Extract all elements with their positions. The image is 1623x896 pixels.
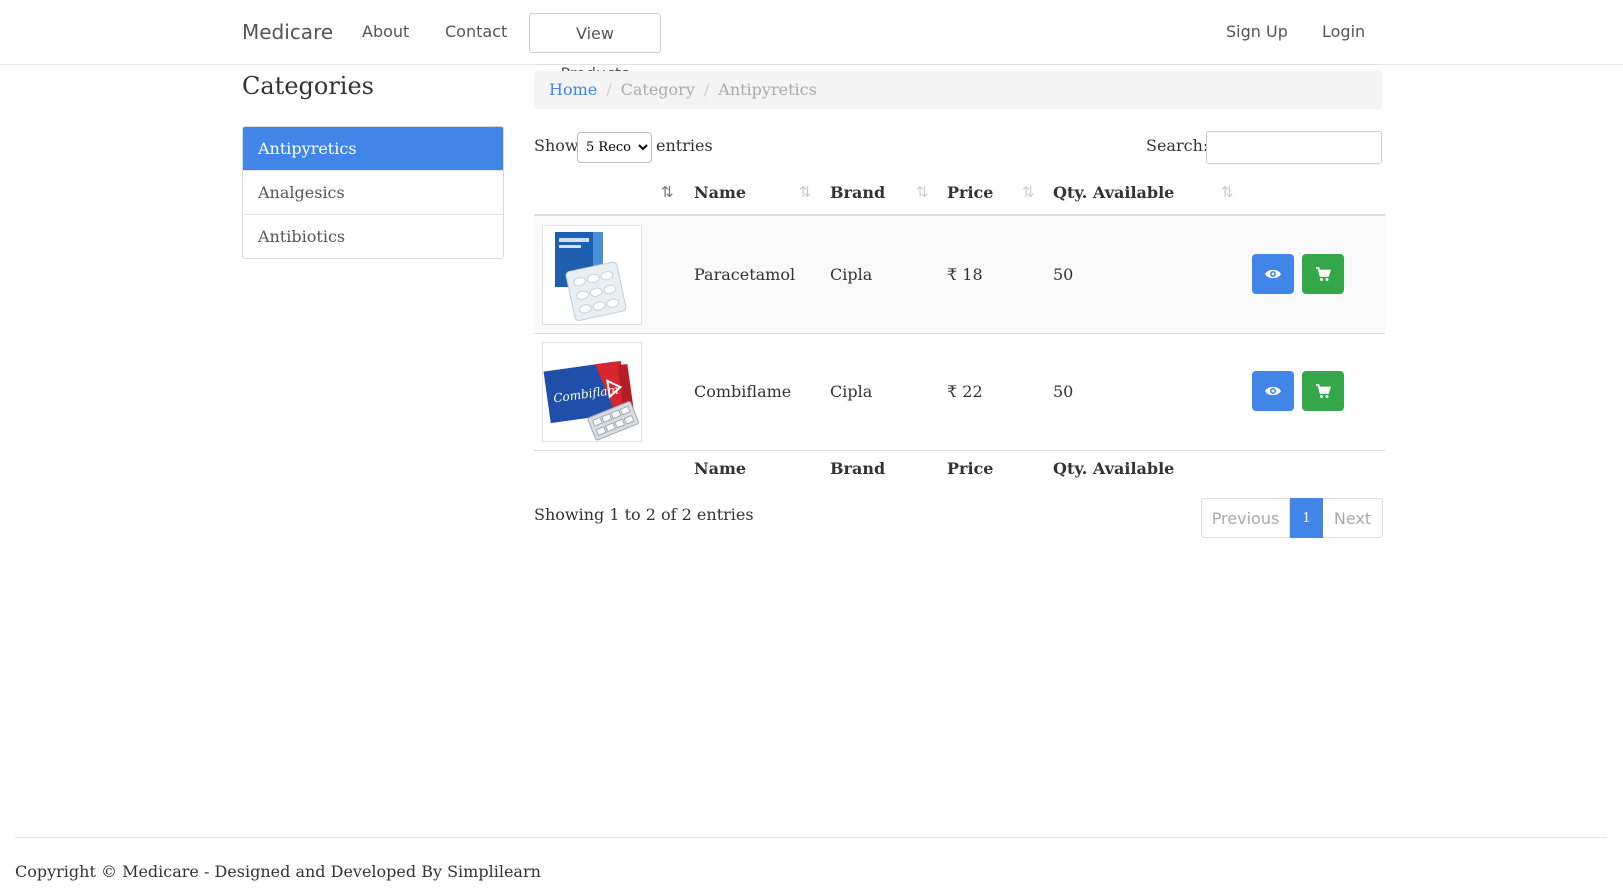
footer-divider-line <box>15 837 1607 838</box>
page-length-select[interactable]: 5 Records <box>577 132 652 163</box>
show-label: Show <box>534 136 579 155</box>
column-header-price[interactable]: Price <box>947 183 993 202</box>
sort-icon[interactable]: ⇅ <box>799 183 812 201</box>
nav-login-link[interactable]: Login <box>1322 22 1365 41</box>
view-product-button[interactable] <box>1252 254 1294 294</box>
search-label: Search: <box>1146 136 1209 155</box>
search-input[interactable] <box>1206 131 1382 164</box>
nav-sign-up-link[interactable]: Sign Up <box>1226 22 1288 41</box>
categories-heading: Categories <box>242 72 374 100</box>
cart-icon <box>1316 383 1331 398</box>
cell-qty: 50 <box>1053 265 1074 284</box>
table-info: Showing 1 to 2 of 2 entries <box>534 505 754 524</box>
column-header-name[interactable]: Name <box>694 183 746 202</box>
breadcrumb-home-link[interactable]: Home <box>549 80 597 99</box>
brand-link[interactable]: Medicare <box>242 20 333 44</box>
nav-view-products-link[interactable]: View Products <box>529 13 661 83</box>
footer-header-name: Name <box>694 459 747 478</box>
column-header-qty[interactable]: Qty. Available <box>1053 183 1174 202</box>
pagination-next-button[interactable]: Next <box>1323 498 1383 538</box>
top-navbar: Medicare About Contact View Products Sig… <box>0 0 1623 83</box>
category-item-antipyretics[interactable]: Antipyretics <box>243 127 503 170</box>
add-to-cart-button[interactable] <box>1302 254 1344 294</box>
cell-brand: Cipla <box>830 382 873 401</box>
row-divider <box>534 333 1385 334</box>
sort-icon[interactable]: ⇅ <box>1022 183 1035 201</box>
pagination: Previous 1 Next <box>1201 498 1383 538</box>
view-product-button[interactable] <box>1252 371 1294 411</box>
pagination-page-1[interactable]: 1 <box>1290 498 1323 538</box>
eye-icon <box>1265 269 1281 279</box>
sort-asc-icon[interactable]: ⇅ <box>661 183 674 201</box>
cell-name: Combiflame <box>694 382 792 401</box>
breadcrumb-separator: / <box>606 80 612 99</box>
footer-header-qty: Qty. Available <box>1053 459 1175 478</box>
cell-name: Paracetamol <box>694 265 796 284</box>
breadcrumb: Home / Category / Antipyretics <box>534 71 1382 109</box>
entries-label: entries <box>656 136 713 155</box>
breadcrumb-separator: / <box>703 80 710 99</box>
eye-icon <box>1265 386 1281 396</box>
breadcrumb-category: Category <box>620 80 695 99</box>
cart-icon <box>1316 266 1331 281</box>
footer-header-brand: Brand <box>830 459 886 478</box>
add-to-cart-button[interactable] <box>1302 371 1344 411</box>
product-image-combiflame: Combiflam <box>542 342 642 442</box>
sort-icon[interactable]: ⇅ <box>916 183 929 201</box>
nav-contact-link[interactable]: Contact <box>445 22 507 41</box>
cell-price: ₹ 22 <box>947 382 983 401</box>
cell-brand: Cipla <box>830 265 873 284</box>
footer-divider <box>534 450 1385 451</box>
cell-qty: 50 <box>1053 382 1074 401</box>
footer-header-price: Price <box>947 459 994 478</box>
column-header-brand[interactable]: Brand <box>830 183 885 202</box>
sort-icon[interactable]: ⇅ <box>1221 183 1234 201</box>
product-image-paracetamol <box>542 225 642 325</box>
category-item-analgesics[interactable]: Analgesics <box>243 170 503 214</box>
cell-price: ₹ 18 <box>947 265 983 284</box>
category-item-antibiotics[interactable]: Antibiotics <box>243 214 503 258</box>
breadcrumb-current: Antipyretics <box>718 80 817 99</box>
nav-about-link[interactable]: About <box>362 22 409 41</box>
footer-copyright: Copyright © Medicare - Designed and Deve… <box>15 862 541 881</box>
category-list: Antipyretics Analgesics Antibiotics <box>242 126 504 259</box>
pagination-previous-button[interactable]: Previous <box>1201 498 1290 538</box>
